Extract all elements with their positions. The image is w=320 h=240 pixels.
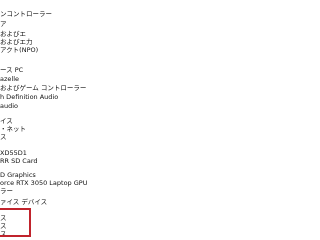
tree-item[interactable]: ラー	[0, 186, 240, 196]
tree-item[interactable]: ス	[0, 132, 240, 142]
tree-item-label: audio	[0, 102, 19, 110]
tree-item-label: ァイス デバイス	[0, 198, 48, 206]
tree-item[interactable]: ス	[0, 229, 240, 239]
tree-item[interactable]: ア	[0, 19, 240, 29]
tree-item[interactable]: RR SD Card	[0, 156, 240, 166]
tree-item-label: ス	[0, 230, 7, 238]
tree-item[interactable]: アクト(NPO)	[0, 45, 240, 55]
tree-item-label: ス	[0, 133, 7, 141]
tree-item-label: ラー	[0, 187, 13, 195]
tree-item[interactable]: audio	[0, 101, 240, 111]
tree-item-label: ア	[0, 20, 7, 28]
tree-item-label: RR SD Card	[0, 157, 38, 165]
tree-item[interactable]: ンコントローラー	[0, 9, 240, 19]
tree-item[interactable]: ァイス デバイス	[0, 197, 240, 207]
tree-item-label: ンコントローラー	[0, 10, 52, 18]
tree-item-label: アクト(NPO)	[0, 46, 39, 54]
